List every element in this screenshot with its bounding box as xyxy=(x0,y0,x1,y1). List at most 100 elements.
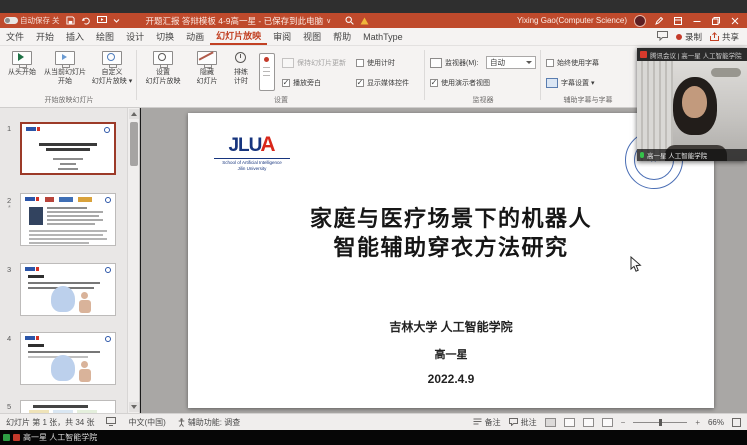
play-narrations-checkbox[interactable]: 播放旁白 xyxy=(282,78,321,88)
thumb-person-figure xyxy=(51,286,75,312)
zoom-in-button[interactable]: + xyxy=(695,418,700,427)
thumb-photo xyxy=(29,207,43,225)
bar xyxy=(46,148,90,151)
tab-animations[interactable]: 动画 xyxy=(180,28,210,45)
tab-slideshow[interactable]: 幻灯片放映 xyxy=(210,28,267,45)
slide-thumbnail-2[interactable] xyxy=(20,193,116,246)
search-icon[interactable] xyxy=(345,16,354,25)
setup-label-2: 幻灯片放映 xyxy=(146,78,181,87)
tab-design[interactable]: 设计 xyxy=(120,28,150,45)
fit-slide-icon[interactable] xyxy=(732,418,741,427)
video-call-titlebar[interactable]: 腾讯会议 | 高一星 人工智能学院 xyxy=(637,48,747,61)
thumb-seal-icon xyxy=(104,127,110,133)
from-beginning-button[interactable]: 从头开始 xyxy=(4,50,40,78)
tab-draw[interactable]: 绘图 xyxy=(90,28,120,45)
setup-slideshow-button[interactable]: 设置 幻灯片放映 xyxy=(140,50,186,87)
scroll-down-button[interactable] xyxy=(129,402,139,412)
notes-button[interactable]: 备注 xyxy=(473,417,501,428)
comment-icon[interactable] xyxy=(657,28,668,46)
record-button[interactable]: 录制 xyxy=(676,31,702,43)
normal-view-button[interactable] xyxy=(545,418,556,427)
slide-author: 高一星 xyxy=(188,346,714,362)
tab-file[interactable]: 文件 xyxy=(0,28,30,45)
save-icon[interactable] xyxy=(66,16,75,25)
meeting-app-icon[interactable] xyxy=(3,434,10,441)
slideshow-icon[interactable] xyxy=(97,16,107,25)
ribbon-tab-row: 文件 开始 插入 绘图 设计 切换 动画 幻灯片放映 审阅 视图 帮助 Math… xyxy=(0,28,747,46)
always-subtitles-label: 始终使用字幕 xyxy=(557,58,599,68)
thumb-seal-icon xyxy=(105,197,111,203)
presenter-view-label: 使用演示者视图 xyxy=(441,78,490,88)
slide-title-line1: 家庭与医疗场景下的机器人 xyxy=(188,201,714,233)
slideshow-view-button[interactable] xyxy=(602,418,613,427)
scrollbar-thumb[interactable] xyxy=(130,122,138,166)
document-title[interactable]: 开题汇报 答辩模板 4-9高一星 - 已保存到此电脑 xyxy=(146,15,324,27)
custom-slideshow-button[interactable]: 自定义 幻灯片放映 ▾ xyxy=(90,50,134,87)
minimize-button[interactable] xyxy=(691,15,703,27)
display-settings-icon[interactable] xyxy=(106,417,116,428)
show-media-controls-label: 显示媒体控件 xyxy=(367,78,409,88)
zoom-out-button[interactable]: − xyxy=(621,418,626,427)
qat-more-icon[interactable] xyxy=(113,17,120,24)
undo-icon[interactable] xyxy=(81,16,91,25)
slide-thumbnail-4[interactable] xyxy=(20,332,116,385)
tab-review[interactable]: 审阅 xyxy=(267,28,297,45)
bar xyxy=(59,197,73,202)
tab-home[interactable]: 开始 xyxy=(30,28,60,45)
tab-mathtype[interactable]: MathType xyxy=(357,28,409,45)
language-indicator[interactable]: 中文(中国) xyxy=(128,417,165,428)
reading-view-button[interactable] xyxy=(583,418,594,427)
slide-thumbnail-1[interactable] xyxy=(20,122,116,175)
use-timings-checkbox[interactable]: 使用计时 xyxy=(356,58,395,68)
thumb-number-4: 4 xyxy=(7,334,11,343)
group-separator xyxy=(540,50,541,100)
ribbon-options-icon[interactable] xyxy=(672,15,684,27)
show-media-controls-checkbox[interactable]: 显示媒体控件 xyxy=(356,78,409,88)
subtitle-settings-label: 字幕设置 ▾ xyxy=(561,78,594,88)
rehearse-timings-button[interactable]: 排练 计时 xyxy=(226,50,256,87)
zoom-slider[interactable] xyxy=(633,422,687,423)
share-label: 共享 xyxy=(722,31,739,43)
from-current-slide-button[interactable]: 从当前幻灯片 开始 xyxy=(42,50,88,87)
tab-insert[interactable]: 插入 xyxy=(60,28,90,45)
tab-transitions[interactable]: 切换 xyxy=(150,28,180,45)
logo-subtitle-2: Jilin University xyxy=(214,166,290,172)
share-button[interactable]: 共享 xyxy=(710,31,739,43)
taskbar-window-title[interactable]: 高一星 人工智能学院 xyxy=(23,432,97,443)
video-feed: 高一星 人工智能学院 xyxy=(637,61,747,161)
autosave-toggle[interactable]: 自动保存 关 xyxy=(4,15,60,26)
thumb-robot-figure xyxy=(81,361,88,368)
comments-button[interactable]: 批注 xyxy=(509,417,537,428)
restore-button[interactable] xyxy=(710,15,722,27)
subtitle-settings-button[interactable]: 字幕设置 ▾ xyxy=(546,78,594,88)
video-call-window[interactable]: 腾讯会议 | 高一星 人工智能学院 高一星 人工智能学院 xyxy=(637,48,747,161)
logo-text: JLU xyxy=(228,135,261,157)
bar xyxy=(28,282,100,284)
slide-sorter-view-button[interactable] xyxy=(564,418,575,427)
zoom-level[interactable]: 66% xyxy=(708,418,724,427)
tab-view[interactable]: 视图 xyxy=(297,28,327,45)
tab-help[interactable]: 帮助 xyxy=(327,28,357,45)
powerpoint-app-icon[interactable] xyxy=(13,434,20,441)
presenter-view-checkbox[interactable]: 使用演示者视图 xyxy=(430,78,490,88)
title-caret-icon[interactable]: ∨ xyxy=(326,17,331,25)
account-name[interactable]: Yixing Gao(Computer Science) xyxy=(517,16,627,25)
pen-icon[interactable] xyxy=(653,15,665,27)
record-slideshow-button[interactable] xyxy=(259,53,275,91)
slide-thumbnail-5[interactable] xyxy=(20,400,116,413)
close-button[interactable] xyxy=(729,15,741,27)
monitor-value: 自动 xyxy=(490,57,505,68)
hide-slide-button[interactable]: 隐藏 幻灯片 xyxy=(190,50,224,87)
slide-department: 吉林大学 人工智能学院 xyxy=(188,318,714,335)
thumbnail-scrollbar[interactable] xyxy=(127,108,140,413)
group-label-start: 开始放映幻灯片 xyxy=(4,95,134,105)
jlu-ai-logo: JLUA School of Artificial Intelligence J… xyxy=(214,133,290,173)
scroll-up-button[interactable] xyxy=(129,109,139,119)
always-use-subtitles-checkbox[interactable]: 始终使用字幕 xyxy=(546,58,599,68)
accessibility-status[interactable]: 辅助功能: 调查 xyxy=(178,417,240,428)
zoom-slider-thumb[interactable] xyxy=(659,419,662,426)
window-blinds xyxy=(637,61,673,161)
slide-thumbnail-3[interactable] xyxy=(20,263,116,316)
monitor-dropdown[interactable]: 自动 xyxy=(486,56,536,69)
account-avatar[interactable] xyxy=(634,15,646,27)
